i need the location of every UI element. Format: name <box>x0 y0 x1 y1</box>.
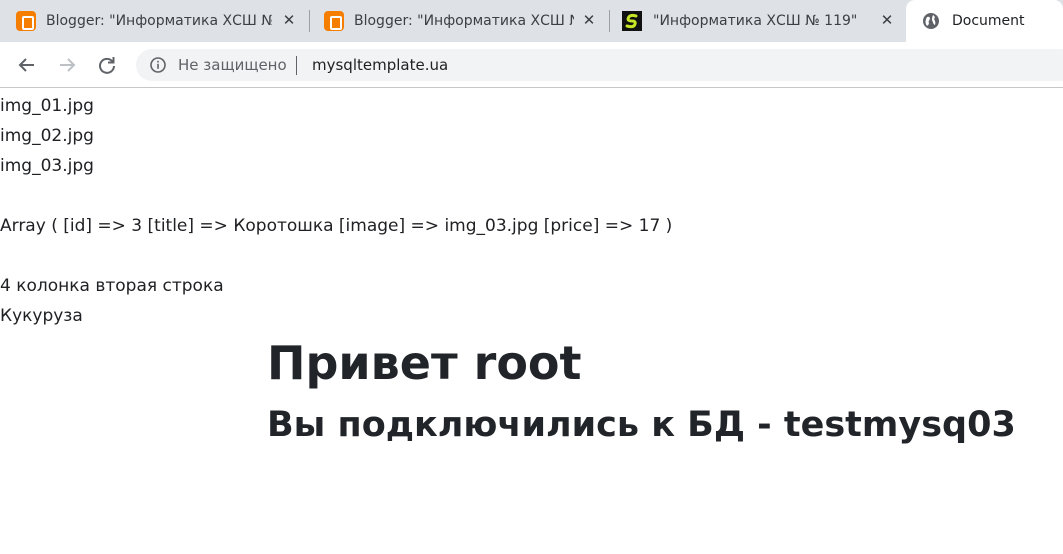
back-button[interactable] <box>12 50 42 80</box>
site-s-icon <box>622 11 642 31</box>
tab-title: "Информатика ХСШ № 119" <box>653 13 858 29</box>
reload-icon <box>99 57 115 74</box>
forward-button[interactable] <box>52 50 82 80</box>
greeting-heading: Привет root <box>267 336 582 390</box>
close-icon[interactable]: ✕ <box>580 11 598 29</box>
address-bar[interactable]: Не защищено mysqltemplate.ua <box>136 49 1063 81</box>
browser-toolbar: Не защищено mysqltemplate.ua <box>0 42 1063 88</box>
image-filename: img_01.jpg <box>0 96 94 116</box>
db-connection-heading: Вы подключились к БД - testmysq03 <box>267 405 1016 445</box>
close-icon[interactable]: ✕ <box>878 11 896 29</box>
cell-text: 4 колонка вторая строка <box>0 276 224 296</box>
image-filename: img_03.jpg <box>0 156 94 176</box>
back-arrow-icon <box>18 58 34 72</box>
tab-title: Blogger: "Информатика ХСШ № <box>354 13 574 29</box>
image-filename: img_02.jpg <box>0 126 94 146</box>
blogger-icon <box>324 11 344 31</box>
tab-title: Blogger: "Информатика ХСШ № <box>46 13 272 29</box>
tab-informatika[interactable]: "Информатика ХСШ № 119" ✕ <box>610 0 906 42</box>
tab-title: Document <box>952 13 1025 29</box>
tab-document[interactable]: Document <box>906 0 1063 42</box>
url-text[interactable]: mysqltemplate.ua <box>312 56 448 74</box>
forward-arrow-icon <box>60 58 76 72</box>
blogger-icon <box>16 11 36 31</box>
tab-blogger-2[interactable]: Blogger: "Информатика ХСШ № ✕ <box>310 0 608 42</box>
reload-button[interactable] <box>92 50 122 80</box>
globe-icon <box>921 11 941 31</box>
cell-text: Кукуруза <box>0 306 83 326</box>
close-icon[interactable]: ✕ <box>280 11 298 29</box>
address-divider <box>296 56 297 75</box>
array-dump: Array ( [id] => 3 [title] => Коротошка [… <box>0 216 673 236</box>
info-icon[interactable] <box>150 57 166 73</box>
tab-blogger-1[interactable]: Blogger: "Информатика ХСШ № ✕ <box>0 0 308 42</box>
security-label[interactable]: Не защищено <box>178 56 287 74</box>
page-content: img_01.jpg img_02.jpg img_03.jpg Array (… <box>0 89 1063 554</box>
tab-strip: Blogger: "Информатика ХСШ № ✕ Blogger: "… <box>0 0 1063 42</box>
